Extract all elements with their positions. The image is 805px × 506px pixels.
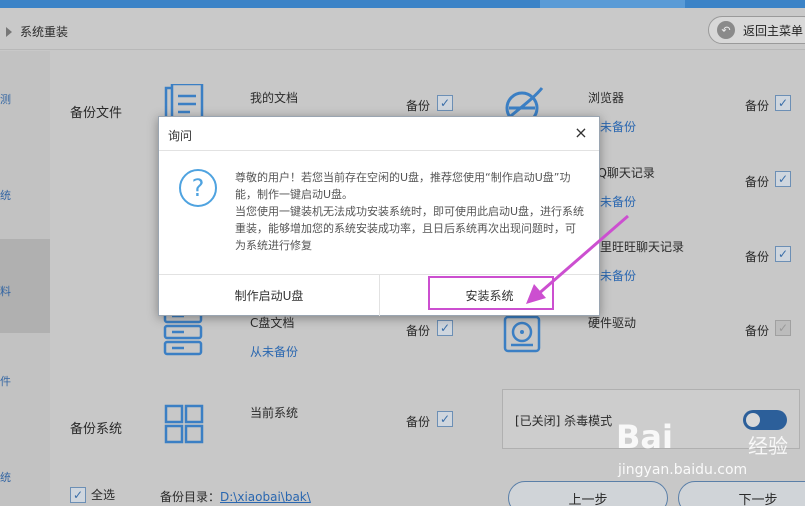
my-documents-checkbox[interactable]: ✓ (437, 95, 453, 111)
c-drive-docs-backup-label: 备份 (406, 324, 431, 338)
back-arrow-icon: ↶ (717, 21, 735, 39)
title-bar-segment (540, 0, 685, 8)
select-all-label: 全选 (91, 488, 116, 502)
dialog-message-line1: 尊敬的用户！若您当前存在空闲的U盘，推荐您使用“制作启动U盘”功能，制作一键启动… (235, 171, 571, 201)
caret-right-icon (6, 26, 12, 37)
sidebar-item-2[interactable]: 统 (0, 187, 11, 203)
watermark-url: jingyan.baidu.com (618, 462, 748, 478)
backup-files-label: 备份文件 (70, 106, 123, 121)
hardware-driver-checkbox[interactable]: ✓ (775, 320, 791, 336)
c-drive-docs-checkbox[interactable]: ✓ (437, 320, 453, 336)
my-documents-backup-label: 备份 (406, 99, 431, 113)
aliwangwang-checkbox[interactable]: ✓ (775, 246, 791, 262)
qq-chat-backup-label: 备份 (745, 175, 770, 189)
dialog-title: 询问 (168, 129, 193, 143)
windows-icon (164, 404, 204, 444)
select-all-checkbox[interactable]: ✓ (70, 486, 86, 503)
watermark-brand: Bai (616, 418, 673, 456)
breadcrumb-label: 系统重装 (20, 25, 69, 39)
my-documents-title: 我的文档 (250, 91, 299, 105)
c-drive-docs-status-link[interactable]: 从未备份 (250, 343, 298, 360)
header-bar: 系统重装 ↶ 返回主菜单 (0, 8, 805, 50)
sidebar: 测 统 料 件 统 (0, 51, 50, 506)
current-system-title: 当前系统 (250, 406, 299, 420)
browser-checkbox[interactable]: ✓ (775, 95, 791, 111)
breadcrumb: 系统重装 (6, 23, 68, 40)
close-icon[interactable]: × (573, 125, 589, 141)
aliwangwang-backup-label: 备份 (745, 250, 770, 264)
sidebar-item-1[interactable]: 测 (0, 91, 11, 107)
qq-chat-checkbox[interactable]: ✓ (775, 171, 791, 187)
sidebar-item-4[interactable]: 件 (0, 373, 11, 389)
make-usb-button[interactable]: 制作启动U盘 (159, 275, 379, 316)
select-all[interactable]: ✓ 全选 (70, 486, 115, 503)
browser-backup-label: 备份 (745, 99, 770, 113)
current-system-checkbox[interactable]: ✓ (437, 411, 453, 427)
hardware-driver-title: 硬件驱动 (588, 316, 637, 330)
backup-dir-path-link[interactable]: D:\xiaobai\bak\ (220, 490, 311, 504)
browser-title: 浏览器 (588, 91, 625, 105)
title-bar (0, 0, 805, 8)
kill-mode-label: [已关闭] 杀毒模式 (515, 414, 613, 428)
backup-directory: 备份目录：D:\xiaobai\bak\ (160, 488, 311, 505)
watermark-brand-suffix: 经验 (748, 434, 788, 458)
backup-system-label: 备份系统 (70, 422, 123, 437)
c-drive-docs-title: C盘文档 (250, 316, 295, 330)
back-button-label: 返回主菜单 (743, 23, 804, 38)
question-icon: ? (179, 169, 217, 207)
baidu-jingyan-watermark: Bai 经验 jingyan.baidu.com (616, 418, 796, 498)
hardware-driver-backup-label: 备份 (745, 324, 770, 338)
hard-drive-icon (503, 315, 541, 353)
backup-dir-label: 备份目录： (160, 490, 221, 504)
dialog-header: 询问 × (159, 117, 599, 151)
back-to-main-button[interactable]: ↶ 返回主菜单 (708, 16, 805, 44)
sidebar-item-3[interactable]: 料 (0, 283, 11, 299)
annotation-arrow-icon (526, 214, 629, 304)
current-system-backup-label: 备份 (406, 415, 431, 429)
